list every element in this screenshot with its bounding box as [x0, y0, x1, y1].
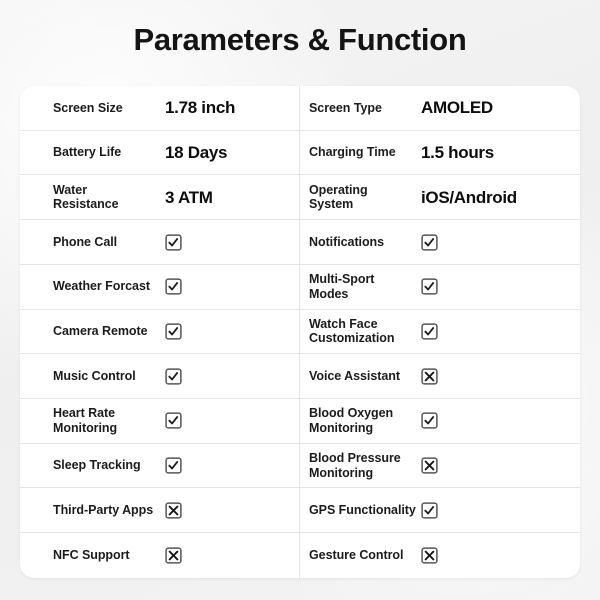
- table-row: Blood Oxygen Monitoring: [300, 399, 580, 444]
- table-row: Blood Pressure Monitoring: [300, 444, 580, 489]
- table-row: Water Resistance 3 ATM: [20, 175, 299, 221]
- checkbox-crossed-icon: [165, 502, 182, 519]
- row-label-notifications: Notifications: [309, 234, 385, 249]
- checkbox-checked-icon: [165, 412, 182, 430]
- table-row: Charging Time 1.5 hours: [300, 131, 580, 176]
- checkbox-checked-icon: [165, 457, 182, 474]
- row-label-gesture-control: Gesture Control: [309, 548, 404, 563]
- row-label-heart-rate-monitoring: Heart Rate Monitoring: [53, 406, 118, 435]
- checkbox-crossed-icon: [421, 368, 438, 385]
- row-label-blood-oxygen-monitoring: Blood Oxygen Monitoring: [309, 406, 394, 435]
- row-value-operating-system: iOS/Android: [421, 187, 517, 207]
- specifications-table: Screen Size 1.78 inch Battery Life 18 Days W…: [20, 86, 580, 578]
- table-row: Voice Assistant: [300, 354, 580, 400]
- row-label-gps-functionality: GPS Functionality: [309, 503, 416, 518]
- row-label-battery-life: Battery Life: [53, 145, 122, 160]
- table-row: Screen Type AMOLED: [300, 86, 580, 131]
- checkbox-checked-icon: [165, 278, 182, 295]
- checkbox-crossed-icon: [421, 457, 438, 474]
- table-row: Gesture Control: [300, 533, 580, 578]
- row-value-battery-life: 18 Days: [165, 143, 228, 163]
- row-label-watch-face-customization: Watch Face Customization: [309, 316, 395, 346]
- row-label-multi-sport-modes: Multi-Sport Modes: [309, 272, 375, 301]
- row-label-blood-pressure-monitoring: Blood Pressure Monitoring: [309, 451, 401, 480]
- table-row: Multi-Sport Modes: [300, 265, 580, 310]
- row-label-screen-type: Screen Type: [309, 100, 382, 115]
- row-label-nfc-support: NFC Support: [53, 548, 130, 563]
- row-label-camera-remote: Camera Remote: [53, 324, 148, 339]
- row-value-water-resistance: 3 ATM: [165, 187, 213, 207]
- row-label-water-resistance: Water Resistance: [53, 182, 119, 212]
- row-label-voice-assistant: Voice Assistant: [309, 368, 400, 383]
- table-row: Battery Life 18 Days: [20, 131, 299, 176]
- spec-sheet-page: Parameters & Function Screen Size 1.78 in…: [0, 0, 600, 600]
- table-row: Phone Call: [20, 220, 299, 265]
- page-title: Parameters & Function: [133, 22, 467, 57]
- table-column-left: Screen Size 1.78 inch Battery Life 18 Days W…: [20, 86, 300, 578]
- table-row: Weather Forcast: [20, 265, 299, 310]
- checkbox-checked-icon: [421, 412, 438, 430]
- table-row: Screen Size 1.78 inch: [20, 86, 299, 131]
- checkbox-checked-icon: [165, 323, 182, 340]
- row-value-screen-type: AMOLED: [421, 98, 493, 118]
- table-row: Camera Remote: [20, 310, 299, 355]
- row-label-sleep-tracking: Sleep Tracking: [53, 458, 141, 473]
- checkbox-crossed-icon: [165, 547, 182, 564]
- checkbox-checked-icon: [421, 278, 438, 295]
- row-label-music-control: Music Control: [53, 368, 136, 383]
- table-column-right: Screen Type AMOLED Charging Time 1.5 hours O…: [300, 86, 580, 578]
- row-label-phone-call: Phone Call: [53, 234, 118, 249]
- row-label-operating-system: Operating System: [309, 182, 368, 212]
- table-row: Third-Party Apps: [20, 488, 299, 534]
- checkbox-checked-icon: [165, 233, 182, 251]
- table-row: Sleep Tracking: [20, 444, 299, 489]
- row-label-charging-time: Charging Time: [309, 145, 396, 160]
- checkbox-checked-icon: [421, 323, 438, 340]
- row-label-weather-forcast: Weather Forcast: [53, 279, 150, 294]
- table-row: Notifications: [300, 220, 580, 265]
- checkbox-checked-icon: [165, 368, 182, 385]
- table-row: GPS Functionality: [300, 488, 580, 534]
- checkbox-crossed-icon: [421, 547, 438, 564]
- table-row: Watch Face Customization: [300, 310, 580, 355]
- row-label-third-party-apps: Third-Party Apps: [53, 503, 154, 518]
- checkbox-checked-icon: [421, 502, 438, 519]
- checkbox-checked-icon: [421, 233, 438, 251]
- table-row: Heart Rate Monitoring: [20, 399, 299, 444]
- row-value-screen-size: 1.78 inch: [165, 98, 236, 118]
- row-label-screen-size: Screen Size: [53, 100, 123, 115]
- table-row: Music Control: [20, 354, 299, 400]
- table-row: NFC Support: [20, 533, 299, 578]
- row-value-charging-time: 1.5 hours: [421, 143, 494, 163]
- table-row: Operating System iOS/Android: [300, 175, 580, 221]
